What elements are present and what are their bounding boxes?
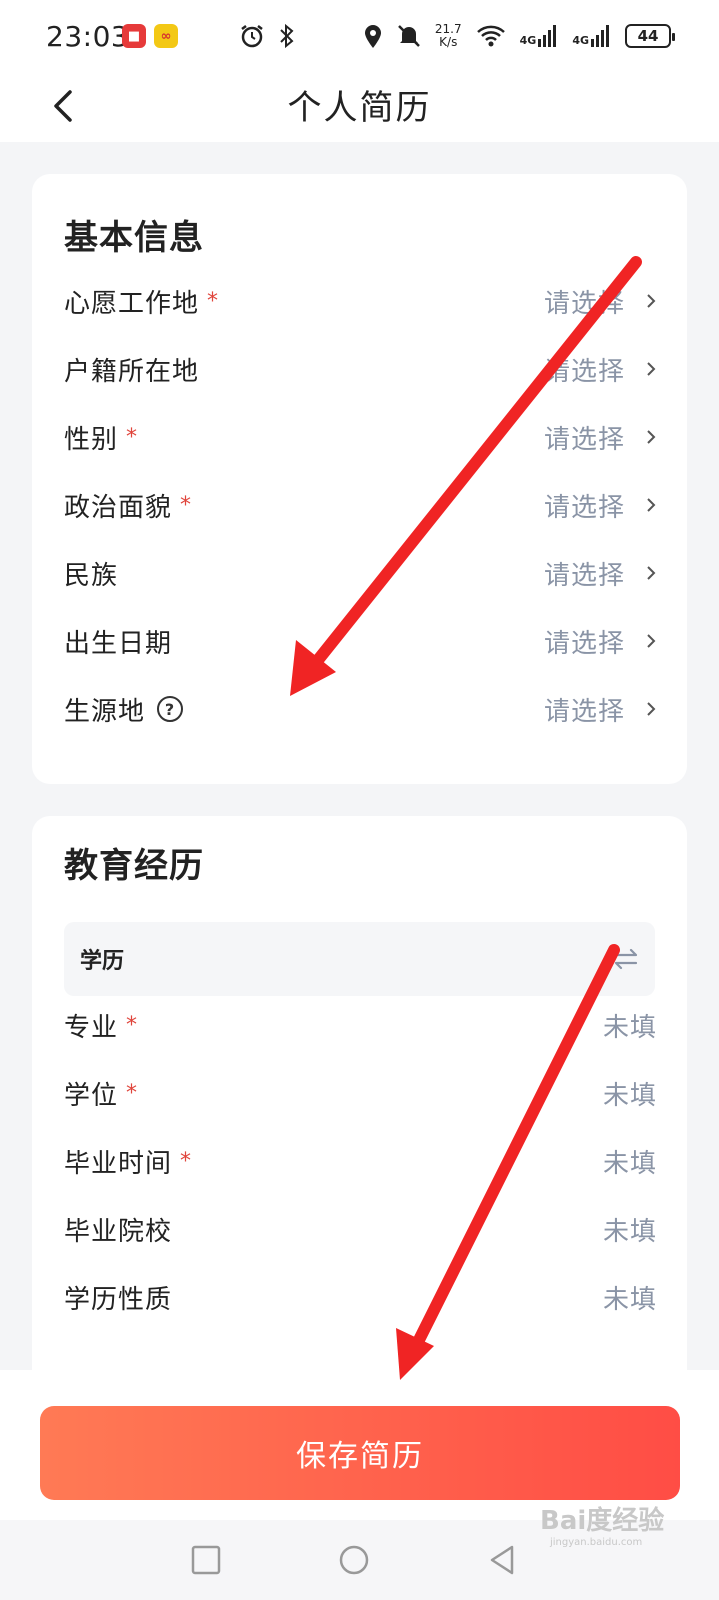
save-resume-button[interactable]: 保存简历 (40, 1406, 680, 1500)
row-label: 学历性质 (64, 1284, 173, 1315)
row-label: 民族 (64, 560, 119, 591)
degree-selector[interactable]: 学历 (64, 922, 655, 996)
row-school[interactable]: 毕业院校 未填 (64, 1204, 657, 1254)
app-notification-icon-2: ∞ (154, 24, 178, 48)
row-value: 请选择 (543, 560, 625, 591)
required-mark: * (126, 1012, 139, 1038)
row-graduation-time[interactable]: 毕业时间 * 未填 (64, 1136, 657, 1186)
mute-bell-icon (398, 25, 420, 47)
row-value: 请选择 (543, 696, 625, 727)
row-value: 请选择 (543, 356, 625, 387)
chevron-right-icon (647, 566, 656, 580)
row-value: 请选择 (543, 628, 625, 659)
row-label: 出生日期 (64, 628, 173, 659)
signal-icon-2: 4G (572, 25, 611, 47)
required-mark: * (180, 492, 193, 518)
row-label: 心愿工作地 (64, 288, 200, 319)
battery-icon: 44 (625, 24, 675, 48)
recent-apps-icon[interactable] (188, 1542, 224, 1578)
row-label: 性别 (64, 424, 119, 455)
row-degree[interactable]: 学位 * 未填 (64, 1068, 657, 1118)
row-ethnicity[interactable]: 民族 请选择 (64, 548, 657, 598)
row-label: 毕业时间 (64, 1148, 173, 1179)
row-value: 未填 (602, 1080, 657, 1111)
required-mark: * (207, 288, 220, 314)
basic-info-card: 基本信息 心愿工作地 * 请选择 户籍所在地 请选择 性别 * 请选择 政治面貌 * … (32, 174, 687, 784)
row-value: 未填 (602, 1284, 657, 1315)
page-title: 个人简历 (287, 88, 432, 128)
row-label: 毕业院校 (64, 1216, 173, 1247)
education-card: 教育经历 学历 专业 * 未填 学位 * 未填 毕业时间 * 未填 毕业院校 未填 学… (32, 816, 687, 1456)
help-icon[interactable]: ? (157, 696, 184, 722)
row-value: 未填 (602, 1148, 657, 1179)
row-major[interactable]: 专业 * 未填 (64, 1000, 657, 1050)
row-label: 专业 (64, 1012, 119, 1043)
chevron-right-icon (647, 430, 656, 444)
baidu-watermark: Bai度经验 jingyan.baidu.com (540, 1506, 665, 1548)
row-desired-location[interactable]: 心愿工作地 * 请选择 (64, 276, 657, 326)
location-icon (364, 25, 381, 48)
row-value: 请选择 (543, 424, 625, 455)
home-icon[interactable] (336, 1542, 372, 1578)
chevron-right-icon (647, 294, 656, 308)
chevron-right-icon (647, 362, 656, 376)
status-bar: 23:03 ■ ∞ 21.7 K/s 4G 4G 44 (0, 0, 719, 70)
section-title-basic: 基本信息 (64, 218, 204, 258)
chevron-right-icon (647, 498, 656, 512)
status-time: 23:03 (46, 20, 130, 53)
switch-icon[interactable] (611, 944, 641, 974)
bottom-action-area: 保存简历 (0, 1370, 719, 1520)
row-political-status[interactable]: 政治面貌 * 请选择 (64, 480, 657, 530)
row-label: 生源地 (64, 696, 146, 727)
row-education-type[interactable]: 学历性质 未填 (64, 1272, 657, 1322)
alarm-icon (241, 25, 263, 48)
network-speed: 21.7 K/s (434, 22, 462, 49)
status-icons: 21.7 K/s 4G 4G 44 (239, 18, 675, 54)
required-mark: * (126, 424, 139, 450)
back-triangle-icon[interactable] (484, 1542, 520, 1578)
chevron-right-icon (647, 634, 656, 648)
row-birth-date[interactable]: 出生日期 请选择 (64, 616, 657, 666)
required-mark: * (180, 1148, 193, 1174)
row-origin-place[interactable]: 生源地? 请选择 (64, 684, 657, 734)
row-value: 未填 (602, 1216, 657, 1247)
signal-icon: 4G (520, 25, 559, 47)
row-label: 学位 (64, 1080, 119, 1111)
row-value: 请选择 (543, 492, 625, 523)
required-mark: * (126, 1080, 139, 1106)
wifi-icon (476, 25, 505, 47)
row-household-location[interactable]: 户籍所在地 请选择 (64, 344, 657, 394)
top-nav-bar: 个人简历 (0, 70, 719, 142)
row-value: 未填 (602, 1012, 657, 1043)
row-value: 请选择 (543, 288, 625, 319)
row-label: 户籍所在地 (64, 356, 200, 387)
app-notification-icon: ■ (122, 24, 146, 48)
chevron-right-icon (647, 702, 656, 716)
degree-label: 学历 (80, 949, 125, 974)
section-title-education: 教育经历 (64, 846, 204, 886)
bluetooth-icon (280, 23, 294, 49)
row-label: 政治面貌 (64, 492, 173, 523)
row-gender[interactable]: 性别 * 请选择 (64, 412, 657, 462)
